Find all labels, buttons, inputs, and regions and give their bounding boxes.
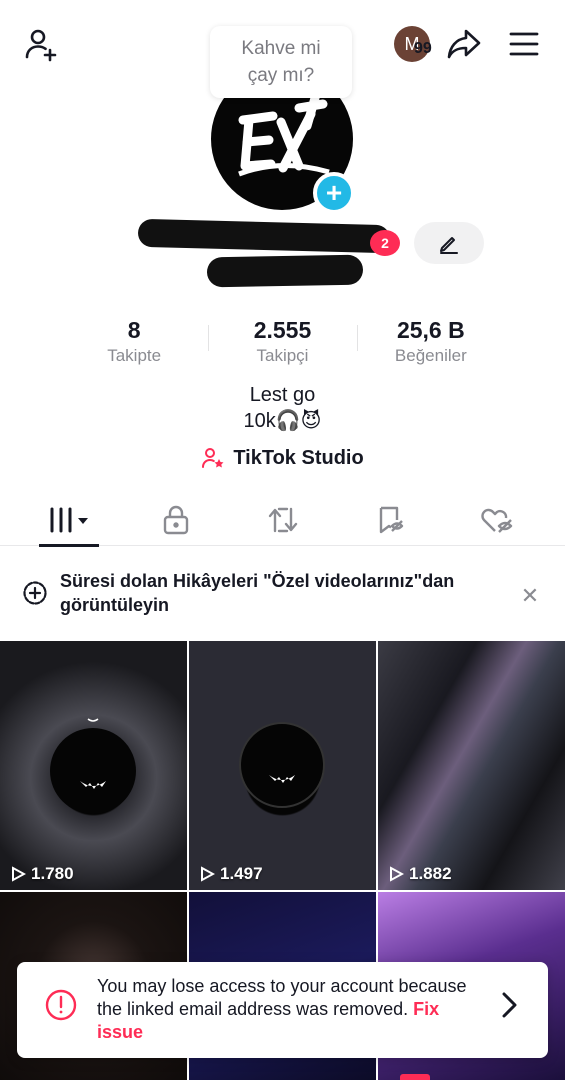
stat-divider — [208, 325, 210, 351]
expired-stories-banner[interactable]: Süresi dolan Hikâyeleri "Özel videoların… — [0, 566, 565, 626]
menu-icon[interactable] — [502, 24, 546, 64]
tab-reposts[interactable] — [253, 494, 313, 546]
video-art — [239, 722, 325, 808]
profile-stats: 8 Takipte 2.555 Takipçi 25,6 B Beğeniler — [60, 315, 505, 375]
share-icon[interactable] — [442, 24, 486, 64]
tab-private[interactable] — [146, 494, 206, 546]
stat-followers[interactable]: 2.555 Takipçi — [208, 315, 356, 375]
edit-profile-button[interactable] — [414, 222, 484, 264]
view-count: 1.882 — [388, 864, 452, 884]
tab-liked[interactable] — [467, 494, 527, 546]
toast-message: You may lose access to your account beca… — [97, 975, 477, 1044]
tiktok-studio-label: TikTok Studio — [233, 446, 364, 469]
bio-line: 10k🎧😈 — [243, 410, 322, 432]
play-icon — [201, 866, 215, 882]
stat-divider — [356, 325, 358, 351]
story-archive-icon — [23, 581, 47, 605]
profile-tabs — [0, 494, 565, 547]
bookmark-hidden-icon — [379, 506, 403, 534]
play-icon — [12, 866, 26, 882]
toast-message-text: You may lose access to your account beca… — [97, 976, 467, 1019]
video-thumbnail[interactable]: 1.882 — [378, 641, 565, 890]
view-count-value: 1.780 — [31, 864, 74, 883]
play-icon — [390, 866, 404, 882]
view-count-value: 1.497 — [220, 864, 263, 883]
stat-likes-label: Beğeniler — [394, 346, 467, 365]
expired-stories-text: Süresi dolan Hikâyeleri "Özel videoların… — [60, 571, 455, 615]
bio-line: Lest go — [249, 384, 316, 406]
profile-bio: Lest go 10k🎧😈 — [0, 382, 565, 434]
add-story-plus-icon[interactable]: + — [313, 172, 355, 214]
grid-bars-icon — [50, 507, 88, 533]
lock-icon — [163, 505, 188, 535]
tab-videos[interactable] — [38, 494, 99, 547]
username-badge-icon: 2 — [370, 230, 400, 256]
stat-followers-value: 2.555 — [253, 317, 312, 343]
close-icon[interactable]: ✕ — [516, 582, 544, 610]
notification-avatar[interactable]: M 99 — [386, 24, 438, 64]
warning-icon — [45, 989, 77, 1021]
notification-count-badge: 99 — [414, 40, 432, 57]
profile-note-bubble[interactable]: Kahve mi çay mı? — [210, 26, 352, 98]
view-count-value: 1.882 — [409, 864, 452, 883]
video-thumbnail[interactable]: 1.497 — [189, 641, 376, 890]
repost-icon — [268, 507, 297, 533]
add-friend-icon[interactable] — [20, 24, 64, 64]
stat-following-label: Takipte — [107, 346, 162, 365]
stat-likes-value: 25,6 B — [396, 317, 465, 343]
tab-favorites[interactable] — [360, 494, 420, 546]
view-count: 1.780 — [10, 864, 74, 884]
redaction-scribble — [206, 254, 364, 288]
email-warning-toast[interactable]: You may lose access to your account beca… — [17, 962, 548, 1058]
view-count: 1.497 — [199, 864, 263, 884]
creator-star-icon — [202, 448, 224, 468]
stat-likes[interactable]: 25,6 B Beğeniler — [356, 315, 505, 375]
heart-hidden-icon — [480, 508, 512, 533]
video-thumbnail[interactable]: 1.780 — [0, 641, 187, 890]
bottom-nav-peek — [400, 1074, 430, 1080]
pencil-icon — [440, 237, 458, 254]
stat-followers-label: Takipçi — [256, 346, 309, 365]
video-art — [50, 718, 136, 814]
stat-following[interactable]: 8 Takipte — [60, 315, 208, 375]
chevron-right-icon[interactable] — [497, 990, 521, 1020]
stat-following-value: 8 — [127, 317, 141, 343]
tiktok-studio-link[interactable]: TikTok Studio — [0, 446, 565, 470]
